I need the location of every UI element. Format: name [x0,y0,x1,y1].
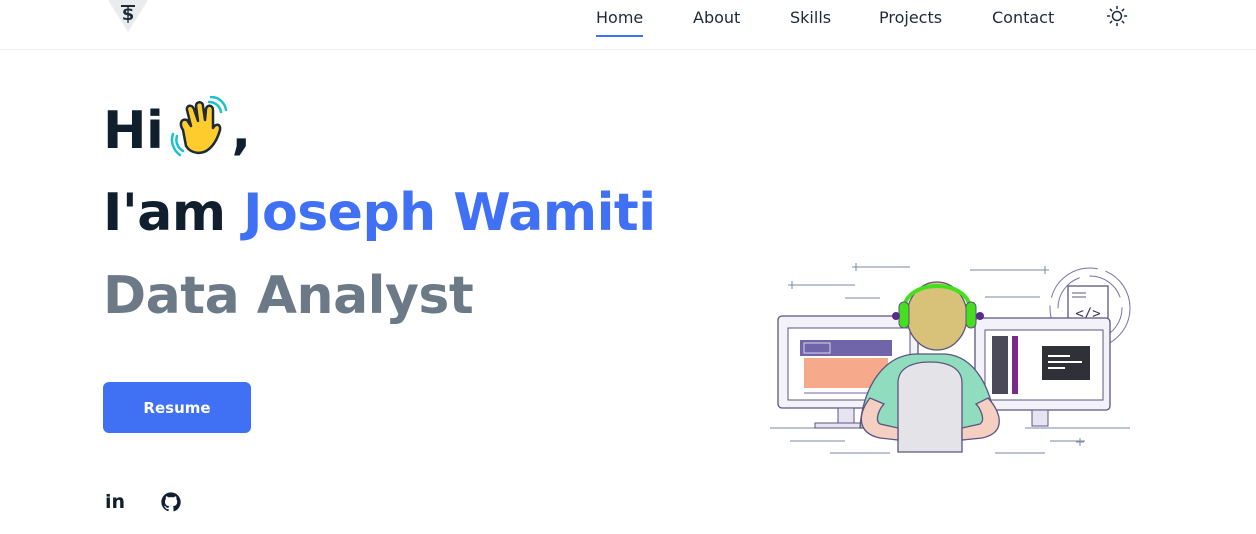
nav-contact[interactable]: Contact [992,8,1054,35]
intro-prefix: I'am [103,183,226,243]
person-name: Joseph Wamiti [243,183,656,243]
waving-hand-icon [169,95,231,158]
nav-skills[interactable]: Skills [790,8,831,35]
greeting-text: Hi [103,101,164,161]
developer-illustration: </> [770,258,1135,458]
site-header: $ Home About Skills Projects Contact [0,0,1256,50]
hero-greeting: Hi , [103,95,251,161]
logo[interactable]: $ [108,0,148,32]
svg-text:$: $ [122,4,135,25]
github-icon[interactable] [159,490,183,514]
nav-home[interactable]: Home [596,8,644,37]
linkedin-icon[interactable]: in [103,490,127,514]
hero-role: Data Analyst [103,266,474,326]
resume-button[interactable]: Resume [103,382,251,433]
hero-intro: I'am Joseph Wamiti [103,183,656,243]
sun-icon[interactable] [1106,5,1128,27]
greeting-comma: , [231,101,251,161]
nav-projects[interactable]: Projects [879,8,942,35]
nav-about[interactable]: About [693,8,740,35]
